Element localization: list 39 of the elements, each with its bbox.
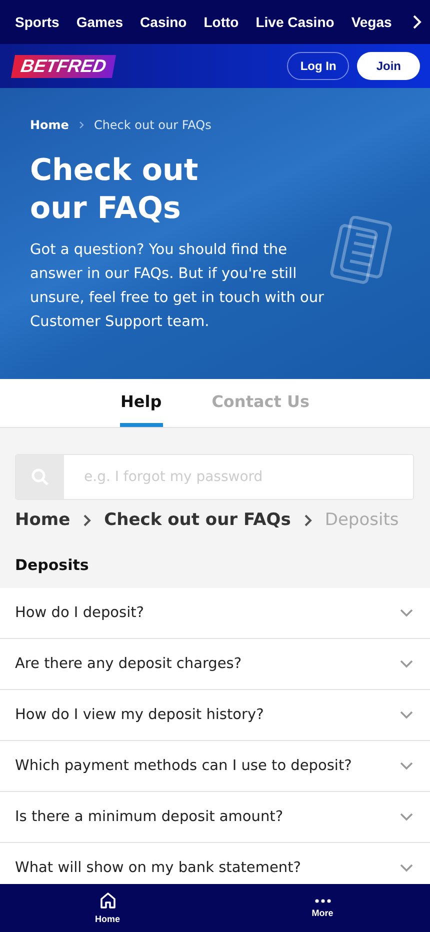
category-link[interactable]: Games (76, 14, 124, 30)
faq-question: How do I deposit? (15, 605, 144, 621)
faq-question: How do I view my deposit history? (15, 707, 264, 723)
page-title: our FAQs (30, 190, 181, 228)
faq-item[interactable]: Are there any deposit charges? (0, 639, 430, 690)
nav-item[interactable]: More (215, 884, 430, 932)
category-link[interactable]: Sports (15, 14, 60, 30)
faq-item[interactable]: Is there a minimum deposit amount? (0, 792, 430, 843)
chevron-right-icon (83, 514, 92, 526)
faq-item[interactable]: Which payment methods can I use to deposit? (0, 741, 430, 792)
breadcrumb-link[interactable]: Home (15, 510, 70, 530)
faq-question: Which payment methods can I use to deposit? (15, 758, 352, 774)
breadcrumb-current: Check out our FAQs (94, 118, 212, 132)
faq-question: Are there any deposit charges? (15, 656, 242, 672)
chevron-right-icon[interactable] (412, 15, 422, 29)
nav-item[interactable]: Home (0, 884, 215, 932)
category-link[interactable]: Casino (140, 14, 187, 30)
login-button[interactable]: Log In (287, 52, 350, 80)
faq-question: What will show on my bank statement? (15, 860, 301, 876)
breadcrumb-current: Deposits (324, 510, 399, 530)
breadcrumb-link[interactable]: Home (30, 118, 69, 132)
faq-question: Is there a minimum deposit amount? (15, 809, 284, 825)
join-button[interactable]: Join (357, 52, 420, 80)
faq-item[interactable]: How do I view my deposit history? (0, 690, 430, 741)
chevron-right-icon (78, 121, 84, 129)
faq-item[interactable]: What will show on my bank statement? (0, 843, 430, 884)
chevron-right-icon (304, 514, 312, 526)
category-link[interactable]: Lotto (204, 14, 239, 30)
logo[interactable]: BETFRED (10, 54, 116, 78)
faq-item[interactable]: How do I deposit? (0, 588, 430, 639)
breadcrumb-link[interactable]: Check out our FAQs (104, 510, 291, 530)
tab[interactable]: Help (120, 379, 163, 427)
section-title: Deposits (15, 556, 90, 574)
more-icon (314, 898, 330, 902)
category-link[interactable]: Live Casino (256, 14, 334, 30)
home-icon (100, 892, 116, 909)
category-link[interactable]: Vegas (351, 14, 392, 30)
page-title: Check out (30, 152, 198, 190)
intro-text: Got a question? You should find the answer in our FAQs. But if you're still unsure, feel free to get in touch with our Customer Support team. (30, 241, 326, 332)
